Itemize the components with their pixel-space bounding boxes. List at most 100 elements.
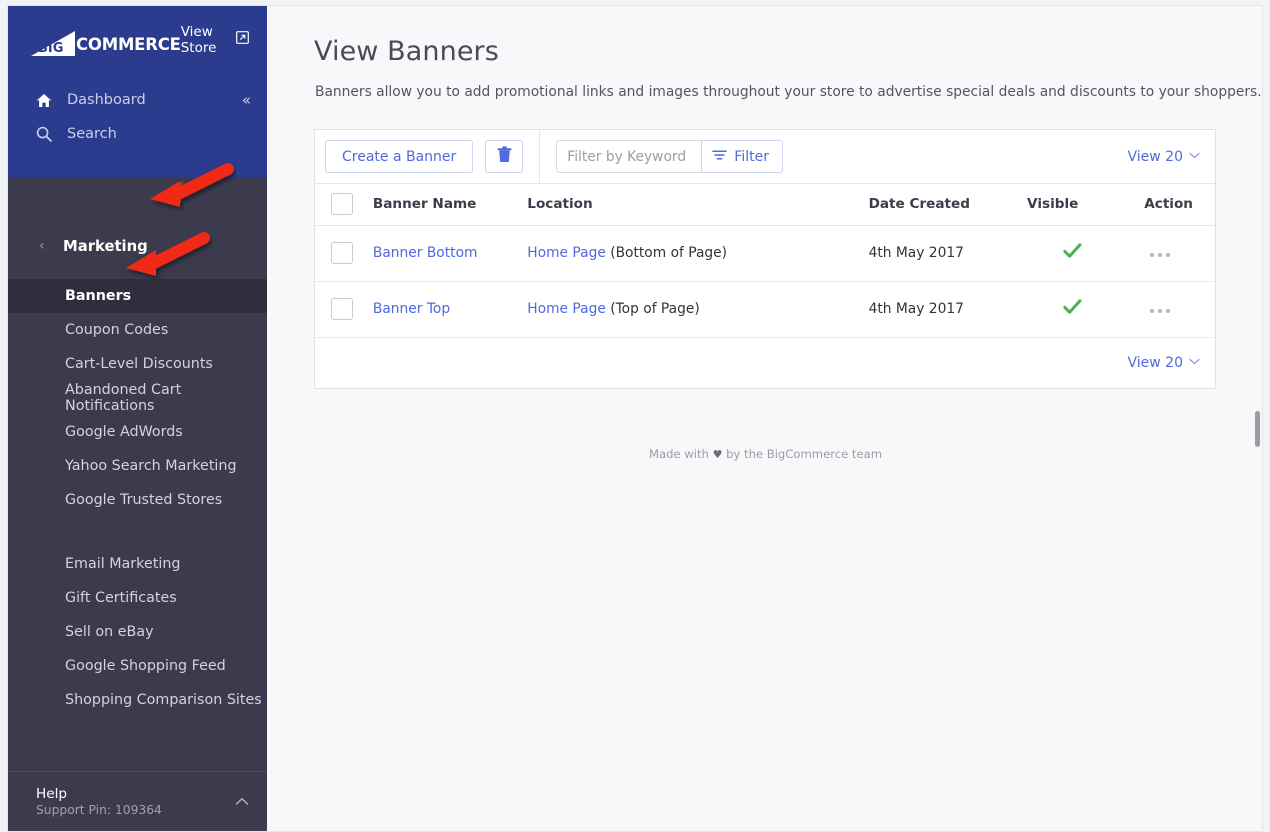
- row-select-cell: [315, 225, 373, 282]
- sidebar-item-yahoo-search-marketing[interactable]: Yahoo Search Marketing: [8, 449, 267, 483]
- visible-cell: [1027, 281, 1119, 338]
- banner-name-link[interactable]: Banner Bottom: [373, 245, 478, 261]
- sidebar-item-coupon-codes[interactable]: Coupon Codes: [8, 313, 267, 347]
- sidebar-item-cart-level-discounts-label: Cart-Level Discounts: [65, 356, 213, 372]
- sidebar-item-dashboard[interactable]: Dashboard «: [8, 83, 267, 117]
- row-checkbox[interactable]: [331, 242, 353, 264]
- page-scrollbar-thumb[interactable]: [1255, 411, 1260, 447]
- ellipsis-icon[interactable]: [1149, 253, 1170, 257]
- trash-icon: [497, 146, 512, 167]
- sidebar-top-spacer: [8, 151, 267, 177]
- chevron-down-icon: [1189, 151, 1200, 162]
- sidebar-item-search-label: Search: [67, 126, 117, 142]
- search-icon: [36, 126, 52, 142]
- filter-button-label: Filter: [734, 148, 769, 165]
- column-header-banner-name: Banner Name: [372, 184, 528, 226]
- column-header-date-created: Date Created: [868, 184, 1028, 226]
- sidebar: BIG COMMERCE View Store Dashboard « Sear…: [8, 6, 267, 831]
- chevron-double-left-icon[interactable]: «: [242, 91, 251, 109]
- filter-keyword-input[interactable]: [556, 140, 702, 173]
- sidebar-item-gift-certificates[interactable]: Gift Certificates: [8, 581, 267, 615]
- sidebar-item-gift-certificates-label: Gift Certificates: [65, 590, 177, 606]
- sidebar-item-google-shopping-feed[interactable]: Google Shopping Feed: [8, 649, 267, 683]
- column-header-location: Location: [527, 184, 869, 226]
- view-store-link[interactable]: View Store: [181, 24, 249, 56]
- sidebar-item-email-marketing-label: Email Marketing: [65, 556, 181, 572]
- view-count-dropdown-bottom[interactable]: View 20: [1128, 355, 1201, 371]
- page-description: Banners allow you to add promotional lin…: [315, 84, 1262, 100]
- ellipsis-icon[interactable]: [1149, 309, 1170, 313]
- banner-name-cell: Banner Bottom: [372, 225, 528, 282]
- visible-cell: [1027, 225, 1119, 282]
- green-check-icon: [1063, 243, 1082, 263]
- filter-button[interactable]: Filter: [701, 140, 783, 173]
- date-created-cell: 4th May 2017: [868, 281, 1028, 338]
- location-detail: (Bottom of Page): [610, 245, 728, 261]
- action-cell: [1118, 225, 1215, 282]
- help-text: Help Support Pin: 109364: [36, 786, 162, 819]
- view-count-label-bottom: View 20: [1127, 354, 1184, 371]
- view-count-dropdown-top[interactable]: View 20: [1128, 149, 1201, 165]
- view-count-label-top: View 20: [1127, 148, 1184, 165]
- filter-icon: [712, 149, 728, 165]
- sidebar-section-marketing[interactable]: ‹ Marketing: [8, 213, 267, 279]
- bigcommerce-logo[interactable]: BIG COMMERCE: [25, 30, 181, 57]
- main-content: View Banners Banners allow you to add pr…: [267, 6, 1262, 831]
- heart-icon: ♥: [712, 448, 723, 461]
- sidebar-item-search[interactable]: Search: [8, 117, 267, 151]
- table-header-row: Banner Name Location Date Created Visibl…: [315, 184, 1215, 226]
- sidebar-item-sell-on-ebay[interactable]: Sell on eBay: [8, 615, 267, 649]
- sidebar-item-banners[interactable]: Banners: [8, 279, 267, 313]
- screenshot-root: BIG COMMERCE View Store Dashboard « Sear…: [0, 0, 1270, 832]
- sidebar-item-abandoned-cart-notifications[interactable]: Abandoned Cart Notifications: [8, 381, 267, 415]
- toolbar-divider: [539, 129, 541, 184]
- table-row: Banner Bottom Home Page (Bottom of Page)…: [315, 225, 1215, 282]
- sidebar-item-google-trusted-stores[interactable]: Google Trusted Stores: [8, 483, 267, 517]
- help-panel[interactable]: Help Support Pin: 109364: [8, 771, 267, 831]
- banner-name-link[interactable]: Banner Top: [373, 301, 450, 317]
- svg-text:BIG: BIG: [38, 41, 63, 56]
- sidebar-item-google-trusted-stores-label: Google Trusted Stores: [65, 492, 223, 508]
- sidebar-item-google-adwords[interactable]: Google AdWords: [8, 415, 267, 449]
- page-title: View Banners: [314, 36, 499, 67]
- location-link[interactable]: Home Page: [527, 301, 606, 317]
- sidebar-item-shopping-comparison-sites[interactable]: Shopping Comparison Sites: [8, 683, 267, 717]
- sidebar-item-google-adwords-label: Google AdWords: [65, 424, 183, 440]
- sidebar-item-banners-label: Banners: [65, 288, 132, 304]
- row-checkbox[interactable]: [331, 298, 353, 320]
- chevron-up-icon[interactable]: [235, 795, 249, 810]
- delete-selected-button[interactable]: [485, 140, 524, 173]
- location-cell: Home Page (Top of Page): [527, 281, 869, 338]
- action-cell: [1118, 281, 1215, 338]
- sidebar-item-shopping-comparison-sites-label: Shopping Comparison Sites: [65, 692, 262, 708]
- chevron-left-icon[interactable]: ‹: [39, 238, 45, 254]
- made-with-pre: Made with: [649, 447, 709, 461]
- help-title: Help: [36, 786, 67, 803]
- view-store-label: View Store: [180, 23, 217, 56]
- external-link-icon: [236, 31, 249, 48]
- bigcommerce-logo-icon: BIG: [25, 30, 77, 57]
- sidebar-item-email-marketing[interactable]: Email Marketing: [8, 547, 267, 581]
- panel-footer: View 20: [315, 337, 1215, 388]
- sidebar-item-sell-on-ebay-label: Sell on eBay: [65, 624, 154, 640]
- table-row: Banner Top Home Page (Top of Page) 4th M…: [315, 281, 1215, 338]
- home-icon: [36, 93, 52, 108]
- sidebar-item-google-shopping-feed-label: Google Shopping Feed: [65, 658, 226, 674]
- filter-group: Filter: [556, 140, 783, 173]
- column-header-visible: Visible: [1027, 184, 1119, 226]
- green-check-icon: [1063, 299, 1082, 319]
- brand-row: BIG COMMERCE View Store: [8, 6, 267, 81]
- select-all-checkbox[interactable]: [331, 193, 353, 216]
- sidebar-item-cart-level-discounts[interactable]: Cart-Level Discounts: [8, 347, 267, 381]
- sidebar-item-coupon-codes-label: Coupon Codes: [65, 322, 169, 338]
- location-detail: (Top of Page): [610, 301, 700, 317]
- banners-panel: Create a Banner Filter by Keyword Filter…: [314, 129, 1216, 389]
- sidebar-top-blue: BIG COMMERCE View Store Dashboard « Sear…: [8, 6, 267, 177]
- logo-wordmark: COMMERCE: [76, 35, 181, 54]
- made-with-footer: Made with ♥ by the BigCommerce team: [267, 447, 1262, 461]
- row-select-cell: [315, 281, 373, 338]
- support-pin: Support Pin: 109364: [36, 803, 162, 817]
- column-header-action: Action: [1118, 184, 1215, 226]
- create-a-banner-button[interactable]: Create a Banner: [325, 140, 474, 173]
- location-link[interactable]: Home Page: [527, 245, 606, 261]
